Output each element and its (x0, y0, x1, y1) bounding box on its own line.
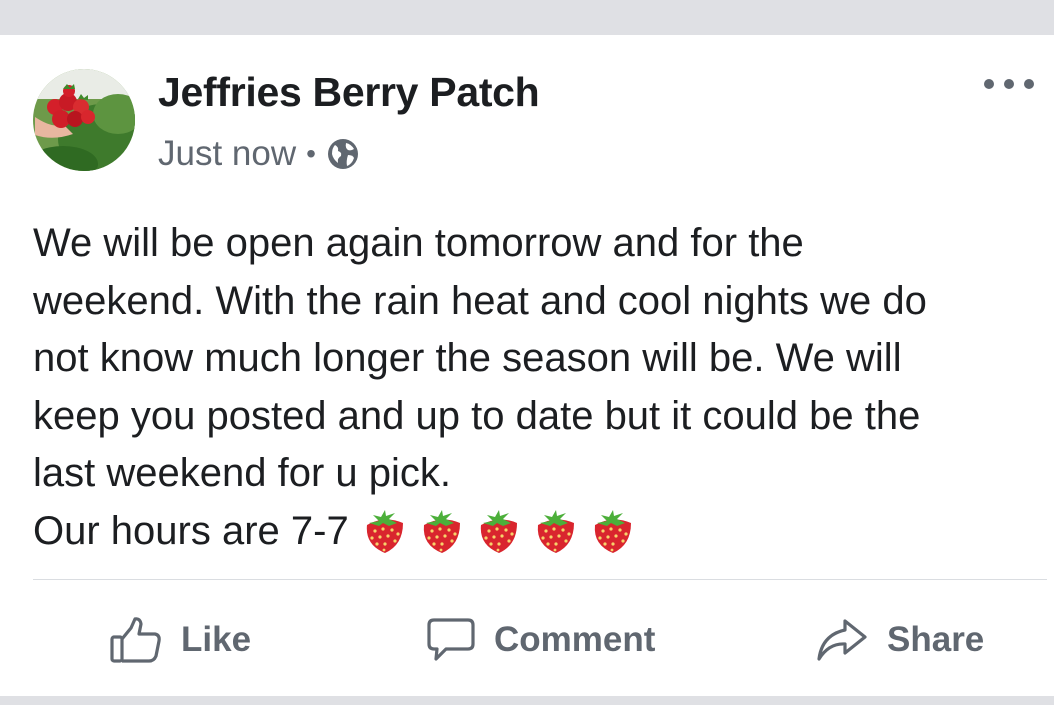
strawberry-photo-image (33, 69, 135, 171)
post-body: We will be open again tomorrow and for t… (33, 215, 1043, 560)
post-text-line: keep you posted and up to date but it co… (33, 393, 921, 438)
post-card: Jeffries Berry Patch Just now • We will … (0, 35, 1054, 696)
strawberry-emoji-icon (480, 510, 517, 554)
more-options-icon[interactable] (984, 73, 1034, 95)
hours-line: Our hours are 7-7 (33, 503, 1043, 561)
share-button[interactable]: Share (815, 610, 984, 670)
strawberry-emoji-icon (594, 510, 631, 554)
more-dot (1004, 79, 1014, 89)
more-dot (984, 79, 994, 89)
comment-label: Comment (494, 620, 656, 659)
post-text-line: not know much longer the season will be.… (33, 336, 902, 380)
post-timestamp[interactable]: Just now (158, 134, 296, 174)
strawberry-emoji-icon (423, 510, 460, 554)
page-name[interactable]: Jeffries Berry Patch (158, 69, 540, 116)
globe-icon[interactable] (326, 137, 360, 171)
post-text-line: We will be open again tomorrow and for t… (33, 221, 804, 265)
page-avatar[interactable] (33, 69, 135, 171)
strawberry-emoji-row (359, 505, 644, 557)
hours-text: Our hours are 7-7 (33, 508, 349, 553)
thumbs-up-icon (110, 617, 161, 663)
post-text-line: last weekend for u pick. (33, 451, 451, 495)
post-meta: Just now • (158, 132, 360, 176)
comment-button[interactable]: Comment (426, 610, 655, 670)
more-dot (1024, 79, 1034, 89)
comment-bubble-icon (427, 618, 475, 661)
like-label: Like (181, 620, 252, 659)
meta-separator: • (306, 138, 316, 169)
action-bar-divider (33, 579, 1047, 580)
post-text-line: weekend. With the rain heat and cool nig… (33, 278, 927, 323)
strawberry-emoji-icon (366, 510, 403, 554)
share-label: Share (887, 620, 985, 659)
strawberry-emoji-icon (537, 510, 574, 554)
share-arrow-icon (817, 619, 867, 661)
like-button[interactable]: Like (109, 610, 251, 670)
